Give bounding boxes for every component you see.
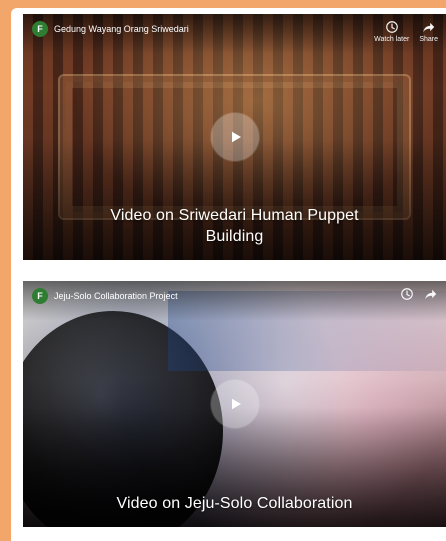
clock-icon [385, 20, 399, 34]
video-header: F Gedung Wayang Orang Sriwedari [32, 21, 189, 37]
video-header: F Jeju-Solo Collaboration Project [32, 288, 178, 304]
video-caption: Video on Sriwedari Human Puppet Building [110, 207, 359, 245]
play-button[interactable] [210, 380, 259, 428]
watch-later-action[interactable] [400, 287, 414, 301]
channel-avatar[interactable]: F [32, 288, 48, 304]
video-card-jeju-solo[interactable]: F Jeju-Solo Collaboration Project Video … [23, 281, 446, 527]
watch-later-action[interactable]: Watch later [374, 20, 409, 43]
video-title[interactable]: Gedung Wayang Orang Sriwedari [54, 24, 189, 34]
share-icon [424, 287, 438, 301]
share-action[interactable]: Share [419, 20, 438, 43]
page-background: F Gedung Wayang Orang Sriwedari Watch la… [0, 0, 446, 541]
video-caption: Video on Jeju-Solo Collaboration [116, 495, 353, 512]
video-top-actions [400, 287, 438, 301]
share-icon [422, 20, 436, 34]
play-icon [226, 395, 244, 413]
channel-avatar[interactable]: F [32, 21, 48, 37]
share-action[interactable] [424, 287, 438, 301]
video-card-sriwedari[interactable]: F Gedung Wayang Orang Sriwedari Watch la… [23, 14, 446, 260]
video-top-actions: Watch later Share [374, 20, 438, 43]
clock-icon [400, 287, 414, 301]
share-label: Share [419, 36, 438, 43]
play-button[interactable] [210, 113, 259, 161]
watch-later-label: Watch later [374, 36, 410, 43]
play-icon [226, 128, 244, 146]
video-title[interactable]: Jeju-Solo Collaboration Project [54, 291, 178, 301]
